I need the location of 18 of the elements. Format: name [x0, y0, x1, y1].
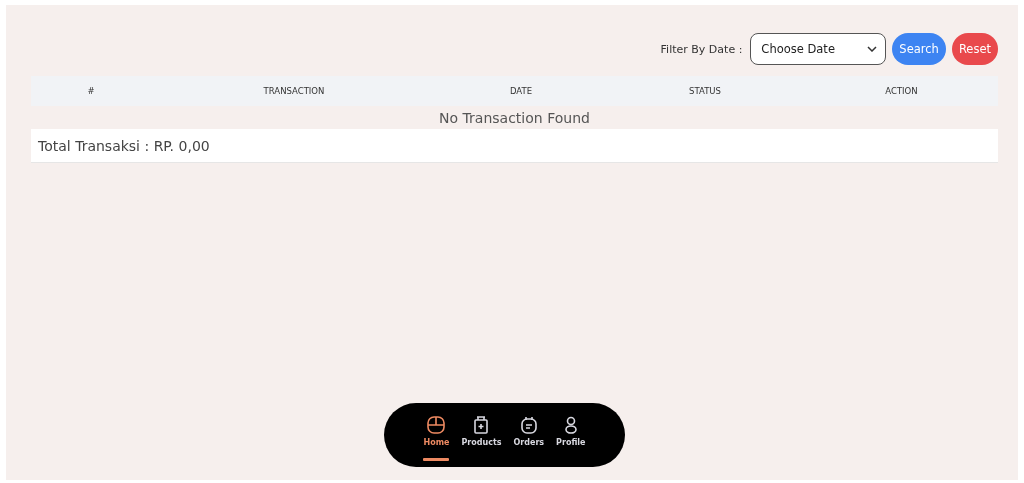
nav-item[interactable]: Profile — [553, 409, 589, 461]
column-header: DATE — [508, 86, 534, 96]
date-select[interactable]: Choose Date — [750, 33, 887, 65]
nav-item[interactable]: Orders — [510, 409, 548, 461]
nav-item[interactable]: Products — [458, 409, 505, 461]
grid-icon — [426, 415, 447, 435]
filter-label: Filter By Date : — [660, 42, 743, 56]
note-icon — [518, 415, 539, 435]
empty-message: No Transaction Found — [439, 109, 590, 126]
search-button[interactable]: Search — [892, 33, 946, 65]
chevron-down-icon — [867, 46, 878, 52]
column-header: ACTION — [884, 86, 919, 96]
reset-button[interactable]: Reset — [951, 33, 998, 65]
total-text: Total Transaksi : RP. 0,00 — [38, 137, 210, 154]
nav-item[interactable]: Home — [420, 409, 453, 461]
column-header: STATUS — [688, 86, 722, 96]
column-header: TRANSACTION — [262, 86, 326, 96]
column-header: # — [86, 86, 96, 96]
